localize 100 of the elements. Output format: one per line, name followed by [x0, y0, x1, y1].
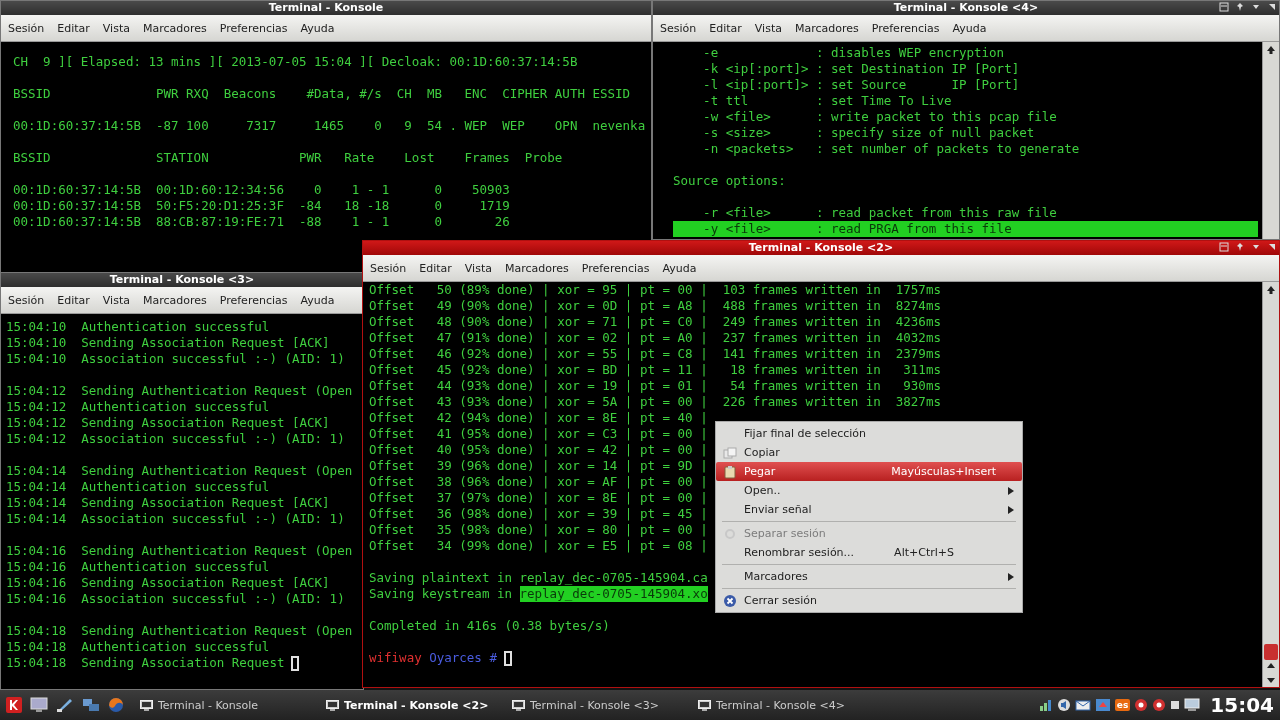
menu-entry[interactable]: Sesión — [8, 21, 45, 35]
menu-item[interactable]: Cerrar sesión — [716, 591, 1022, 610]
maximize-icon[interactable] — [1267, 242, 1277, 252]
taskbar-button[interactable]: Terminal - Konsole <3> — [512, 698, 692, 712]
menu-entry[interactable]: Marcadores — [142, 21, 207, 35]
menu-entry[interactable]: Marcadores — [504, 261, 569, 275]
desktop-icon[interactable] — [30, 697, 48, 713]
menu-entry[interactable]: Sesión — [370, 261, 407, 275]
terminal-line: Offset 49 (90% done) | xor = 0D | pt = A8 | 488 frames written in 8274ms — [369, 298, 941, 314]
window-title: Terminal - Konsole — [268, 1, 384, 15]
terminal-line: BSSID PWR RXQ Beacons #Data, #/s CH MB ENC CIPHER AUTH ESSID — [13, 86, 631, 102]
terminal-line: 00:1D:60:37:14:5B 00:1D:60:12:34:56 0 1 - 1 0 50903 — [13, 182, 510, 198]
menu-entry[interactable]: Preferencias — [219, 21, 288, 35]
menu-item[interactable]: Marcadores — [716, 567, 1022, 586]
scrollbar[interactable] — [1262, 42, 1279, 239]
menu-entry[interactable]: Sesión — [660, 21, 697, 35]
maximize-icon[interactable] — [1267, 2, 1277, 12]
terminal-line: -l <ip[:port]> : set Source IP [Port] — [702, 77, 1020, 93]
menu-entry[interactable]: Preferencias — [581, 261, 650, 275]
terminal-line: Offset 35 (98% done) | xor = 80 | pt = 00 | — [369, 522, 708, 538]
menu-item[interactable]: Fijar final de selección — [716, 424, 1022, 443]
terminal-line: 00:1D:60:37:14:5B 88:CB:87:19:FE:71 -88 1 - 1 0 26 — [13, 214, 510, 230]
terminal-line: 15:04:16 Sending Association Request [ACK] — [6, 575, 330, 591]
terminal-line: 15:04:18 Sending Authentication Request (Open — [6, 623, 353, 639]
menu-entry[interactable]: Editar — [709, 21, 742, 35]
menu-entry[interactable]: Preferencias — [219, 293, 288, 307]
menu-entry[interactable]: Editar — [419, 261, 452, 275]
terminal-icon — [326, 699, 339, 711]
menu-entry[interactable]: Vista — [464, 261, 492, 275]
menu-item[interactable]: Copiar — [716, 443, 1022, 462]
terminal-line: 15:04:16 Sending Authentication Request (Open — [6, 543, 353, 559]
terminal-line: 00:1D:60:37:14:5B 50:F5:20:D1:25:3F -84 18 -18 0 1719 — [13, 198, 510, 214]
scroll-up-icon[interactable] — [1266, 285, 1276, 295]
terminal-line: Offset 39 (96% done) | xor = 14 | pt = 9D | — [369, 458, 708, 474]
scrollbar[interactable] — [1262, 282, 1279, 687]
menu-entry[interactable]: Vista — [754, 21, 782, 35]
terminal-line: CH 9 ][ Elapsed: 13 mins ][ 2013-07-05 15:04 ][ Decloak: 00:1D:60:37:14:5B — [13, 54, 578, 70]
menu-entry[interactable]: Marcadores — [794, 21, 859, 35]
menu-item[interactable]: Enviar señal — [716, 500, 1022, 519]
terminal-line: 15:04:12 Authentication successful — [6, 399, 270, 415]
menu-entry[interactable]: Marcadores — [142, 293, 207, 307]
menu-entry[interactable]: Preferencias — [871, 21, 940, 35]
pin-icon[interactable] — [1235, 2, 1245, 12]
terminal-line: 15:04:14 Authentication successful — [6, 479, 270, 495]
lifebuoy-icon — [1134, 698, 1149, 712]
menu-entry[interactable]: Vista — [102, 21, 130, 35]
terminal-line: Offset 36 (98% done) | xor = 39 | pt = 45 | — [369, 506, 708, 522]
terminal-line: BSSID STATION PWR Rate Lost Frames Probe — [13, 150, 563, 166]
terminal-line: -e : disables WEP encryption — [702, 45, 1005, 61]
terminal-line: Offset 40 (95% done) | xor = 42 | pt = 00 | — [369, 442, 708, 458]
menu-entry[interactable]: Editar — [57, 21, 90, 35]
selected-text: replay_dec-0705-145904.xo — [519, 586, 708, 602]
terminal-line: 15:04:12 Sending Authentication Request (Open — [6, 383, 353, 399]
menu-entry[interactable]: Sesión — [8, 293, 45, 307]
network-computers-icon[interactable] — [82, 697, 100, 713]
menu-item[interactable]: Open.. — [716, 481, 1022, 500]
menu-entry[interactable]: Ayuda — [662, 261, 697, 275]
menu-entry[interactable]: Ayuda — [300, 293, 335, 307]
shortcut-text: Alt+Ctrl+S — [894, 546, 954, 559]
menu-item[interactable]: Pegar Mayúsculas+Insert — [716, 462, 1022, 481]
terminal-line: Offset 38 (96% done) | xor = AF | pt = 00 | — [369, 474, 708, 490]
menu-entry[interactable]: Vista — [102, 293, 130, 307]
terminal-line: -k <ip[:port]> : set Destination IP [Port] — [702, 61, 1020, 77]
taskbar-button[interactable]: Terminal - Konsole <4> — [698, 698, 878, 712]
terminal-line: 15:04:16 Association successful :-) (AID: 1) — [6, 591, 345, 607]
prompt-host: wifiway — [369, 650, 422, 666]
menu-entry[interactable]: Editar — [57, 293, 90, 307]
shortcut-text: Mayúsculas+Insert — [891, 465, 996, 478]
window-menu-icon[interactable] — [1219, 2, 1229, 12]
terminal-line: Saving keystream in — [369, 586, 513, 602]
app-menu-icon[interactable] — [6, 697, 22, 713]
terminal-line: 15:04:12 Sending Association Request [ACK] — [6, 415, 330, 431]
terminal-line: Offset 43 (93% done) | xor = 5A | pt = 00 | 226 frames written in 3827ms — [369, 394, 941, 410]
menu-item[interactable]: Renombrar sesión... Alt+Ctrl+S — [716, 543, 1022, 562]
terminal-line: -n <packets> : set number of packets to generate — [702, 141, 1080, 157]
scroll-up-icon[interactable] — [1266, 45, 1276, 55]
menu-entry[interactable]: Ayuda — [300, 21, 335, 35]
terminal-line: 15:04:12 Association successful :-) (AID: 1) — [6, 431, 345, 447]
menu-entry[interactable]: Ayuda — [952, 21, 987, 35]
window-title: Terminal - Konsole <4> — [893, 1, 1039, 15]
terminal-line: Offset 48 (90% done) | xor = 71 | pt = C0 | 249 frames written in 4236ms — [369, 314, 941, 330]
terminal-line: Offset 42 (94% done) | xor = 8E | pt = 40 | — [369, 410, 708, 426]
scroll-thumb[interactable] — [1264, 644, 1278, 660]
brush-icon[interactable] — [56, 697, 74, 713]
pin-icon[interactable] — [1235, 242, 1245, 252]
terminal-line: Completed in 416s (0.38 bytes/s) — [369, 618, 610, 634]
window-menu-icon[interactable] — [1219, 242, 1229, 252]
lifebuoy-icon — [1152, 698, 1167, 712]
clipboard-icon — [724, 464, 736, 479]
terminal-line: 15:04:18 Authentication successful — [6, 639, 270, 655]
terminal-line: Offset 34 (99% done) | xor = E5 | pt = 08 | — [369, 538, 708, 554]
terminal-line: 00:1D:60:37:14:5B -87 100 7317 1465 0 9 54 . WEP WEP OPN nevenka — [13, 118, 646, 134]
terminal-line: Offset 47 (91% done) | xor = 02 | pt = A0 | 237 frames written in 4032ms — [369, 330, 941, 346]
browser-icon[interactable] — [108, 697, 124, 713]
taskbar-button[interactable]: Terminal - Konsole <2> — [326, 698, 506, 712]
window-title: Terminal - Konsole <2> — [748, 241, 894, 255]
terminal-line: 15:04:14 Association successful :-) (AID: 1) — [6, 511, 345, 527]
terminal-line: 15:04:14 Sending Association Request [ACK] — [6, 495, 330, 511]
taskbar-button[interactable]: Terminal - Konsole — [140, 698, 320, 712]
terminal-line: Source options: — [673, 173, 786, 189]
